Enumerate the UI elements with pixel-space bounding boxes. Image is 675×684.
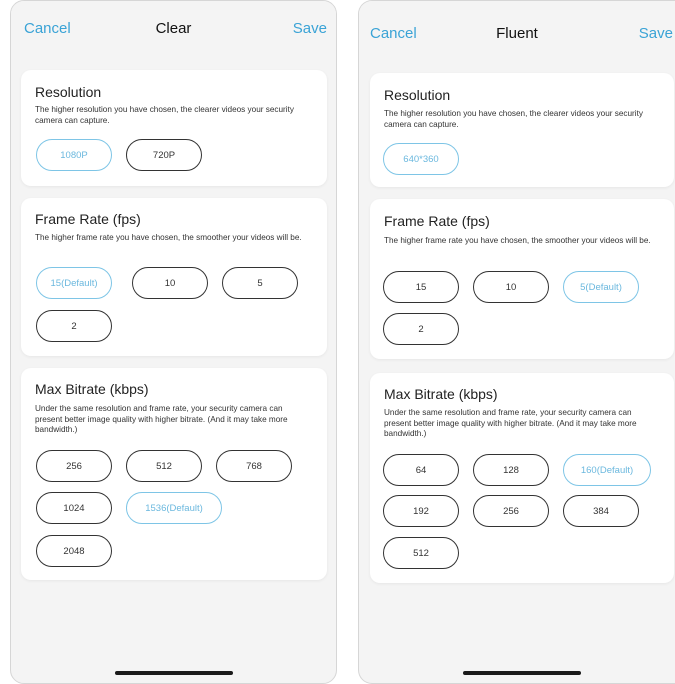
bitrate-option-384[interactable]: 384 bbox=[563, 495, 639, 527]
frame-rate-option-15[interactable]: 15 bbox=[383, 271, 459, 303]
bitrate-title: Max Bitrate (kbps) bbox=[35, 381, 149, 397]
bitrate-option-512[interactable]: 512 bbox=[126, 450, 202, 482]
frame-rate-option-5[interactable]: 5 bbox=[222, 267, 298, 299]
bitrate-card: Max Bitrate (kbps) Under the same resolu… bbox=[21, 368, 327, 580]
bitrate-card: Max Bitrate (kbps) Under the same resolu… bbox=[370, 373, 674, 583]
frame-rate-option-5[interactable]: 5(Default) bbox=[563, 271, 639, 303]
frame-rate-option-2[interactable]: 2 bbox=[36, 310, 112, 342]
nav-bar: Cancel Clear Save bbox=[11, 1, 336, 57]
bitrate-option-1024[interactable]: 1024 bbox=[36, 492, 112, 524]
resolution-title: Resolution bbox=[384, 87, 451, 103]
page-title: Fluent bbox=[496, 25, 538, 42]
frame-rate-description: The higher frame rate you have chosen, t… bbox=[384, 236, 651, 245]
frame-rate-option-10[interactable]: 10 bbox=[132, 267, 208, 299]
bitrate-option-64[interactable]: 64 bbox=[383, 454, 459, 486]
bitrate-option-256[interactable]: 256 bbox=[473, 495, 549, 527]
frame-rate-card: Frame Rate (fps) The higher frame rate y… bbox=[21, 198, 327, 356]
bitrate-option-2048[interactable]: 2048 bbox=[36, 535, 112, 567]
bitrate-option-768[interactable]: 768 bbox=[216, 450, 292, 482]
resolution-card: Resolution The higher resolution you hav… bbox=[370, 73, 674, 187]
nav-bar: Cancel Fluent Save bbox=[359, 1, 675, 57]
save-button[interactable]: Save bbox=[639, 25, 673, 42]
resolution-card: Resolution The higher resolution you hav… bbox=[21, 70, 327, 186]
bitrate-description: Under the same resolution and frame rate… bbox=[384, 408, 637, 438]
frame-rate-option-15[interactable]: 15(Default) bbox=[36, 267, 112, 299]
bitrate-option-1536[interactable]: 1536(Default) bbox=[126, 492, 222, 524]
bitrate-option-256[interactable]: 256 bbox=[36, 450, 112, 482]
bitrate-description: Under the same resolution and frame rate… bbox=[35, 404, 288, 434]
resolution-description: The higher resolution you have chosen, t… bbox=[35, 105, 294, 125]
resolution-description: The higher resolution you have chosen, t… bbox=[384, 109, 643, 129]
frame-rate-card: Frame Rate (fps) The higher frame rate y… bbox=[370, 199, 674, 359]
bitrate-option-192[interactable]: 192 bbox=[383, 495, 459, 527]
bitrate-option-512[interactable]: 512 bbox=[383, 537, 459, 569]
home-indicator bbox=[115, 671, 233, 675]
save-button[interactable]: Save bbox=[293, 20, 327, 37]
fluent-settings-screen: Cancel Fluent Save Resolution The higher… bbox=[358, 0, 675, 684]
resolution-option-1080p[interactable]: 1080P bbox=[36, 139, 112, 171]
resolution-option-640x360[interactable]: 640*360 bbox=[383, 143, 459, 175]
bitrate-title: Max Bitrate (kbps) bbox=[384, 386, 498, 402]
frame-rate-title: Frame Rate (fps) bbox=[384, 213, 490, 229]
home-indicator bbox=[463, 671, 581, 675]
frame-rate-option-10[interactable]: 10 bbox=[473, 271, 549, 303]
frame-rate-option-2[interactable]: 2 bbox=[383, 313, 459, 345]
bitrate-option-160[interactable]: 160(Default) bbox=[563, 454, 651, 486]
frame-rate-description: The higher frame rate you have chosen, t… bbox=[35, 233, 302, 242]
frame-rate-title: Frame Rate (fps) bbox=[35, 211, 141, 227]
bitrate-option-128[interactable]: 128 bbox=[473, 454, 549, 486]
resolution-option-720p[interactable]: 720P bbox=[126, 139, 202, 171]
clear-settings-screen: Cancel Clear Save Resolution The higher … bbox=[10, 0, 337, 684]
resolution-title: Resolution bbox=[35, 84, 102, 100]
page-title: Clear bbox=[155, 20, 192, 37]
